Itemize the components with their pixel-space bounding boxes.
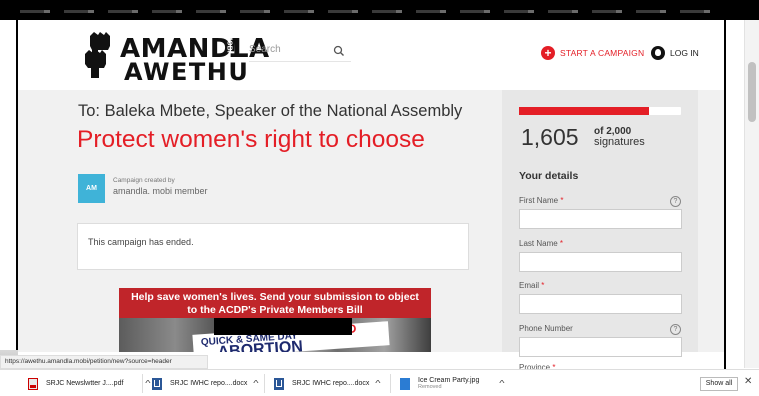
download-item[interactable]: SRJC Newslwtter J....pdf ^ (20, 370, 151, 396)
campaign-ended-text: This campaign has ended. (88, 237, 194, 247)
browser-toolbar-redacted (0, 0, 759, 20)
banner-caption-line2: to the ACDP's Private Members Bill (187, 304, 363, 316)
show-all-downloads-button[interactable]: Show all (700, 377, 738, 391)
amandla-awethu-logo[interactable]: AMANDLA ! MOBI AWETHU (80, 28, 269, 86)
download-filename: SRJC Newslwtter J....pdf (46, 380, 124, 387)
browser-window: AMANDLA ! MOBI AWETHU Search + START A C… (0, 0, 759, 396)
word-doc-icon (152, 377, 162, 390)
search-icon[interactable] (333, 45, 345, 57)
your-details-heading: Your details (519, 170, 579, 182)
first-name-help-icon[interactable]: ? (670, 196, 681, 207)
border-line (724, 0, 726, 396)
signature-count: 1,605 (521, 124, 579, 150)
scrollbar-thumb[interactable] (748, 62, 756, 122)
petition-content: To: Baleka Mbete, Speaker of the Nationa… (18, 90, 724, 372)
image-icon (400, 377, 410, 390)
link-status-url: https://awethu.amandla.mobi/petition/new… (0, 355, 208, 369)
close-icon[interactable]: ✕ (744, 376, 752, 387)
email-field[interactable] (519, 294, 682, 314)
start-campaign-link[interactable]: + START A CAMPAIGN (541, 45, 644, 61)
word-doc-icon (274, 377, 284, 390)
site-header: AMANDLA ! MOBI AWETHU Search + START A C… (18, 20, 724, 90)
chevron-up-icon[interactable]: ^ (253, 379, 258, 388)
redaction-bar (214, 318, 352, 335)
last-name-field[interactable] (519, 252, 682, 272)
phone-field[interactable] (519, 337, 682, 357)
logo-word-awethu: AWETHU (124, 58, 250, 86)
campaign-ended-notice: This campaign has ended. (77, 223, 469, 270)
phone-label: Phone Number (519, 324, 573, 333)
plus-icon: + (541, 46, 555, 60)
download-item[interactable]: SRJC IWHC repo....docx ^ (144, 370, 259, 396)
chevron-up-icon[interactable]: ^ (375, 379, 380, 388)
search-box[interactable]: Search (249, 42, 351, 62)
signature-goal: of 2,000 signatures (594, 127, 645, 148)
raised-fists-icon (85, 32, 110, 78)
signature-progress-fill (519, 107, 649, 115)
download-filename: SRJC IWHC repo....docx (292, 380, 370, 387)
first-name-field[interactable] (519, 209, 682, 229)
last-name-label: Last Name * (519, 239, 564, 248)
download-item[interactable]: Ice Cream Party.jpg Removed ^ (392, 370, 505, 396)
logo-mobi: MOBI (225, 34, 233, 53)
email-label: Email * (519, 281, 545, 290)
download-filename: SRJC IWHC repo....docx (170, 380, 248, 387)
download-shelf: SRJC Newslwtter J....pdf ^ SRJC IWHC rep… (0, 369, 759, 396)
phone-help-icon[interactable]: ? (670, 324, 681, 335)
creator-avatar: AM (78, 174, 105, 203)
first-name-label: First Name * (519, 196, 564, 205)
banner-caption-line1: Help save women's lives. Send your submi… (131, 291, 419, 303)
petition-recipient: To: Baleka Mbete, Speaker of the Nationa… (78, 102, 463, 120)
signature-goal-unit: signatures (594, 136, 645, 148)
created-by-label: Campaign created by (113, 177, 175, 184)
petition-banner-image: Help save women's lives. Send your submi… (119, 288, 431, 352)
creator-name[interactable]: amandla. mobi member (113, 186, 208, 196)
download-filename: Ice Cream Party.jpg Removed (418, 377, 480, 390)
login-label: LOG IN (670, 48, 699, 58)
banner-caption: Help save women's lives. Send your submi… (119, 288, 431, 318)
chevron-up-icon[interactable]: ^ (499, 379, 504, 388)
login-link[interactable]: LOG IN (651, 45, 699, 61)
page-scrollbar[interactable] (744, 20, 759, 368)
signature-progress-bar (519, 107, 681, 115)
download-status: Removed (418, 384, 442, 390)
search-input[interactable]: Search (249, 44, 281, 55)
signature-sidebar: 1,605 of 2,000 signatures Your details F… (502, 90, 698, 372)
download-item[interactable]: SRJC IWHC repo....docx ^ (266, 370, 381, 396)
pdf-icon (28, 377, 38, 390)
user-icon (651, 46, 665, 60)
petition-title: Protect women's right to choose (77, 126, 425, 153)
start-campaign-label: START A CAMPAIGN (560, 48, 645, 58)
